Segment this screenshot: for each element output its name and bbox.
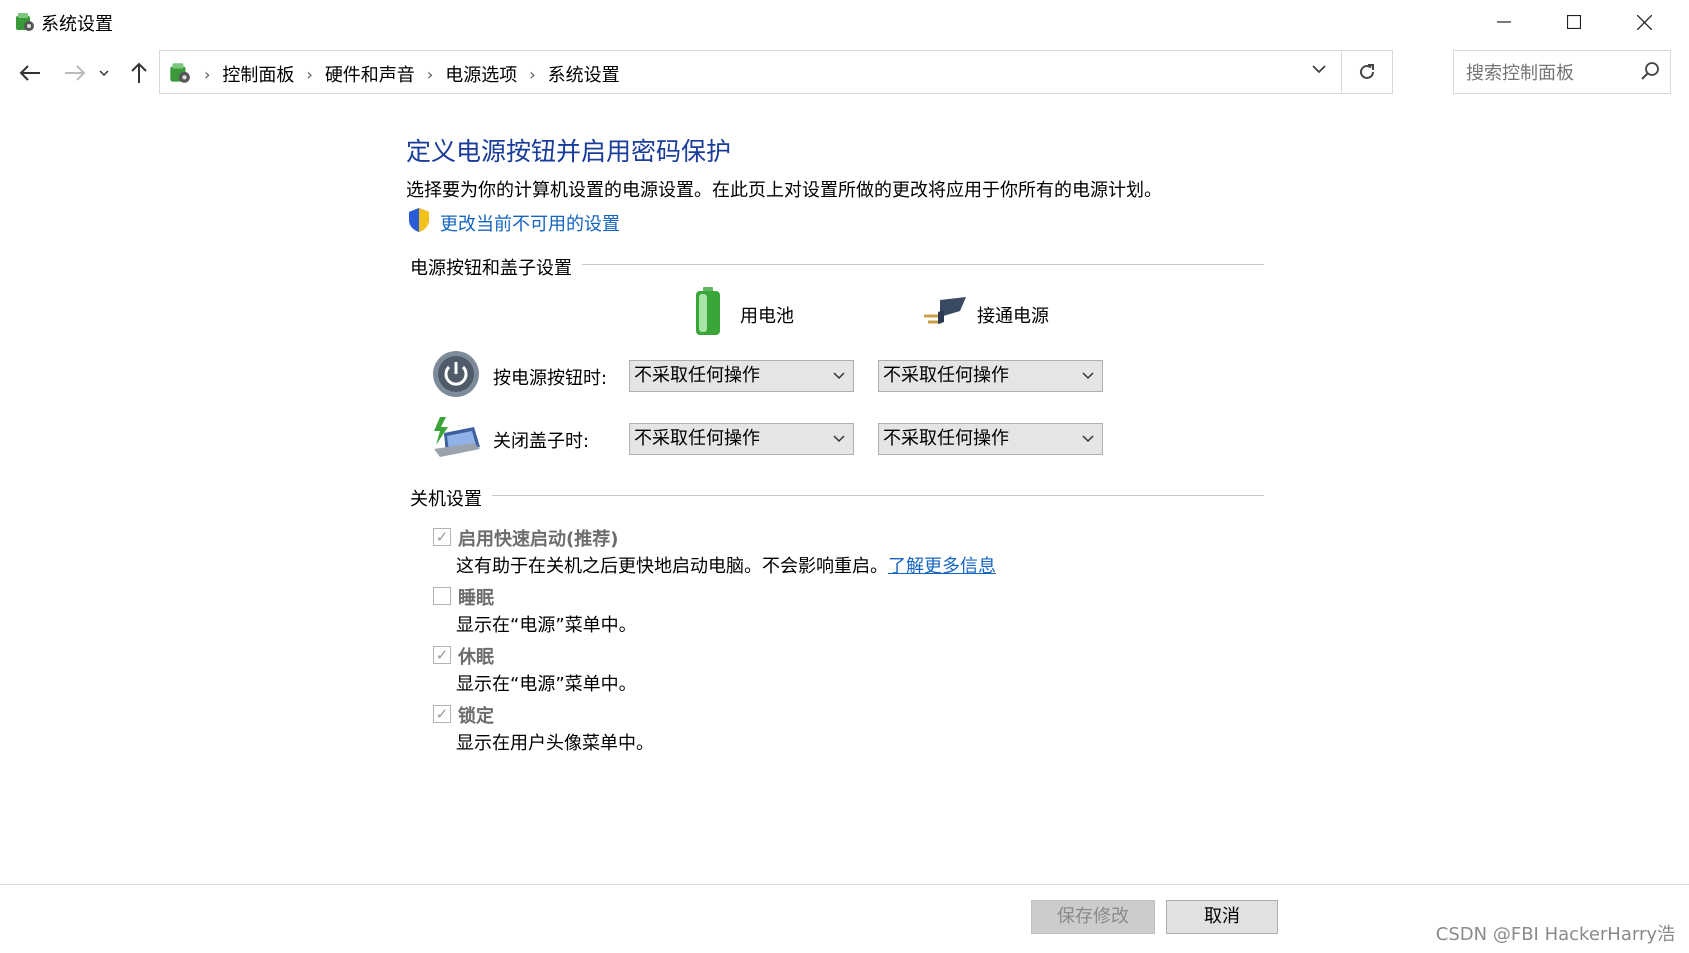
search-input[interactable]	[1464, 60, 1633, 86]
minimize-icon	[1497, 21, 1511, 23]
arrow-left-icon	[19, 65, 40, 81]
plugged-in-column-label: 接通电源	[977, 306, 1049, 327]
back-button[interactable]	[15, 58, 45, 88]
maximize-icon	[1567, 15, 1581, 29]
breadcrumb-separator-icon[interactable]: ›	[529, 65, 535, 84]
chevron-down-icon	[833, 424, 845, 454]
arrow-up-icon	[131, 62, 147, 83]
fast-startup-description: 这有助于在关机之后更快地启动电脑。不会影响重启。了解更多信息	[456, 552, 996, 578]
laptop-lid-icon	[434, 417, 480, 457]
power-plug-icon	[924, 297, 966, 324]
recent-locations-button[interactable]	[94, 58, 114, 88]
window-title: 系统设置	[41, 14, 113, 35]
watermark-text: CSDN @FBI HackerHarry浩	[1435, 924, 1675, 945]
search-icon[interactable]	[1640, 61, 1660, 81]
refresh-icon	[1360, 64, 1374, 79]
title-bar: 系统设置	[0, 0, 1689, 44]
chevron-down-icon	[833, 361, 845, 391]
breadcrumb-separator-icon: ›	[204, 64, 211, 84]
sleep-label: 睡眠	[458, 588, 494, 609]
sleep-checkbox[interactable]	[433, 587, 451, 605]
lock-checkbox[interactable]: ✓	[433, 705, 451, 723]
breadcrumb-item-power-options[interactable]: 电源选项	[445, 61, 517, 87]
breadcrumb-item-hardware-sound[interactable]: 硬件和声音	[325, 61, 415, 87]
power-button-plugged-select[interactable]: 不采取任何操作	[878, 360, 1103, 392]
power-buttons-group-title: 电源按钮和盖子设置	[410, 254, 582, 280]
address-dropdown-button[interactable]	[1312, 59, 1326, 78]
hibernate-description: 显示在“电源”菜单中。	[456, 674, 637, 695]
fast-startup-label: 启用快速启动(推荐)	[458, 529, 619, 550]
close-icon	[1636, 14, 1652, 30]
power-button-plugged-value: 不采取任何操作	[883, 365, 1009, 386]
control-panel-icon	[170, 63, 190, 83]
power-button-battery-value: 不采取任何操作	[634, 365, 760, 386]
uac-shield-icon	[409, 208, 429, 232]
lid-close-plugged-select[interactable]: 不采取任何操作	[878, 423, 1103, 455]
control-panel-icon	[16, 13, 34, 31]
page-title: 定义电源按钮并启用密码保护	[406, 137, 732, 166]
lid-close-battery-select[interactable]: 不采取任何操作	[629, 423, 854, 455]
search-box[interactable]	[1453, 50, 1671, 94]
sleep-description: 显示在“电源”菜单中。	[456, 615, 637, 636]
refresh-button[interactable]	[1341, 51, 1392, 93]
battery-column-label: 用电池	[740, 306, 794, 327]
lock-label: 锁定	[458, 706, 494, 727]
shutdown-group-title: 关机设置	[410, 485, 492, 511]
breadcrumb-separator-icon[interactable]: ›	[306, 65, 312, 84]
chevron-down-icon	[99, 70, 109, 76]
chevron-down-icon	[1312, 65, 1326, 74]
fast-startup-checkbox[interactable]: ✓	[433, 528, 451, 546]
cancel-button[interactable]: 取消	[1166, 900, 1278, 934]
forward-button[interactable]	[60, 58, 90, 88]
page-subtitle: 选择要为你的计算机设置的电源设置。在此页上对设置所做的更改将应用于你所有的电源计…	[406, 180, 1162, 201]
section-divider	[410, 495, 1264, 496]
power-button-icon	[433, 351, 479, 397]
lid-close-plugged-value: 不采取任何操作	[883, 428, 1009, 449]
checkmark-icon: ✓	[435, 705, 449, 723]
arrow-right-icon	[65, 65, 86, 81]
hibernate-label: 休眠	[458, 647, 494, 668]
close-button[interactable]	[1609, 0, 1679, 44]
learn-more-link[interactable]: 了解更多信息	[888, 556, 996, 577]
battery-icon	[696, 287, 720, 335]
checkmark-icon: ✓	[435, 646, 449, 664]
breadcrumb: › 控制面板 › 硬件和声音 › 电源选项 › 系统设置	[204, 61, 620, 87]
breadcrumb-item-system-settings[interactable]: 系统设置	[548, 61, 620, 87]
breadcrumb-separator-icon[interactable]: ›	[427, 65, 433, 84]
chevron-down-icon	[1082, 361, 1094, 391]
lid-close-row-label: 关闭盖子时:	[493, 431, 590, 452]
maximize-button[interactable]	[1539, 0, 1609, 44]
up-button[interactable]	[124, 58, 154, 88]
lid-close-battery-value: 不采取任何操作	[634, 428, 760, 449]
hibernate-checkbox[interactable]: ✓	[433, 646, 451, 664]
change-unavailable-settings-link[interactable]: 更改当前不可用的设置	[440, 210, 620, 236]
minimize-button[interactable]	[1469, 0, 1539, 44]
power-button-row-label: 按电源按钮时:	[493, 368, 608, 389]
power-button-battery-select[interactable]: 不采取任何操作	[629, 360, 854, 392]
address-bar[interactable]: › 控制面板 › 硬件和声音 › 电源选项 › 系统设置	[159, 50, 1393, 94]
save-changes-button[interactable]: 保存修改	[1031, 900, 1155, 934]
chevron-down-icon	[1082, 424, 1094, 454]
checkmark-icon: ✓	[435, 528, 449, 546]
lock-description: 显示在用户头像菜单中。	[456, 733, 654, 754]
fast-startup-desc-text: 这有助于在关机之后更快地启动电脑。不会影响重启。	[456, 556, 888, 577]
breadcrumb-item-control-panel[interactable]: 控制面板	[222, 61, 294, 87]
